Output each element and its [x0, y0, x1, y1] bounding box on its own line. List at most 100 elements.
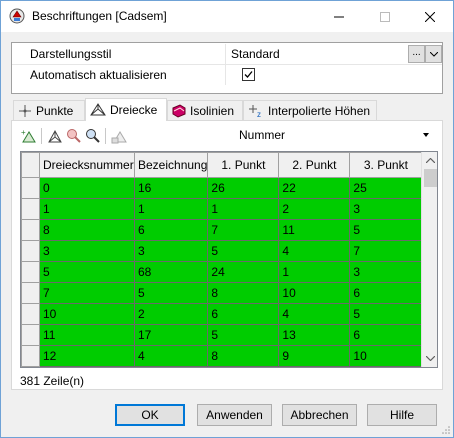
column-header[interactable]: 3. Punkt — [349, 152, 423, 178]
row-header[interactable] — [21, 282, 40, 304]
style-value[interactable]: Standard — [231, 47, 280, 61]
table-cell[interactable]: 6 — [349, 324, 423, 346]
table-cell[interactable]: 3 — [39, 240, 135, 262]
table-row[interactable]: 0 16 26 22 25 — [21, 177, 423, 199]
table-cell[interactable]: 1 — [278, 261, 351, 283]
property-row-style[interactable]: Darstellungsstil Standard ... — [12, 44, 442, 64]
table-cell[interactable]: 3 — [349, 261, 423, 283]
table-cell[interactable]: 11 — [278, 219, 351, 241]
column-header[interactable]: 1. Punkt — [207, 152, 280, 178]
table-cell[interactable]: 3 — [349, 198, 423, 220]
table-cell[interactable]: 5 — [349, 219, 423, 241]
table-row[interactable]: 7 5 8 10 6 — [21, 282, 423, 304]
style-dropdown-button[interactable] — [425, 45, 442, 63]
table-cell[interactable]: 5 — [39, 261, 135, 283]
zoom-icon[interactable] — [65, 127, 83, 145]
table-cell[interactable]: 8 — [39, 219, 135, 241]
label-icon[interactable] — [110, 127, 128, 145]
table-cell[interactable]: 2 — [133, 303, 209, 325]
triangle-pick-icon[interactable] — [46, 127, 64, 145]
autoupdate-checkbox[interactable] — [242, 68, 255, 81]
table-cell[interactable]: 4 — [278, 303, 351, 325]
close-button[interactable] — [407, 1, 453, 32]
row-header[interactable] — [21, 345, 40, 367]
tab-punkte[interactable]: Punkte — [13, 100, 85, 120]
table-row[interactable]: 11 17 5 13 6 — [21, 324, 423, 346]
table-row[interactable]: 8 6 7 11 5 — [21, 219, 423, 241]
tab-dreiecke[interactable]: Dreiecke — [85, 98, 167, 121]
table-row[interactable]: 5 68 24 1 3 — [21, 261, 423, 283]
table-cell[interactable]: 6 — [207, 303, 280, 325]
table-cell[interactable]: 2 — [278, 198, 351, 220]
row-header[interactable] — [21, 198, 40, 220]
table-cell[interactable]: 17 — [133, 324, 209, 346]
field-select[interactable]: Nummer — [235, 126, 433, 145]
maximize-button[interactable] — [362, 1, 408, 32]
column-header[interactable]: 2. Punkt — [278, 152, 351, 178]
tab-interpolierte-hoehen[interactable]: z Interpolierte Höhen — [243, 100, 377, 120]
table-cell[interactable]: 26 — [207, 177, 280, 199]
table-row[interactable]: 11123 — [21, 198, 423, 220]
help-button[interactable]: Hilfe — [367, 404, 437, 426]
add-label-icon[interactable]: + — [20, 127, 38, 145]
property-row-autoupdate[interactable]: Automatisch aktualisieren — [12, 64, 442, 85]
table-cell[interactable]: 4 — [133, 345, 209, 367]
table-cell[interactable]: 8 — [207, 282, 280, 304]
scroll-up-button[interactable] — [422, 152, 437, 169]
table-cell[interactable]: 13 — [278, 324, 351, 346]
table-cell[interactable]: 22 — [278, 177, 351, 199]
table-cell[interactable]: 7 — [39, 282, 135, 304]
zoom-select-icon[interactable] — [84, 127, 102, 145]
table-cell[interactable]: 1 — [133, 198, 209, 220]
table-cell[interactable]: 4 — [278, 240, 351, 262]
table-cell[interactable]: 16 — [133, 177, 209, 199]
row-header[interactable] — [21, 261, 40, 283]
tab-isolinien[interactable]: Isolinien — [167, 100, 243, 120]
table-cell[interactable]: 11 — [39, 324, 135, 346]
table-cell[interactable]: 12 — [39, 345, 135, 367]
table-cell[interactable]: 6 — [349, 282, 423, 304]
title-bar[interactable]: Beschriftungen [Cadsem] — [1, 1, 453, 32]
vertical-scrollbar[interactable] — [421, 152, 437, 367]
table-cell[interactable]: 10 — [278, 282, 351, 304]
column-header[interactable]: Bezeichnung — [133, 152, 209, 178]
row-header[interactable] — [21, 219, 40, 241]
table-row[interactable]: 12 4 8 9 10 — [21, 345, 423, 367]
cancel-button[interactable]: Abbrechen — [282, 404, 357, 426]
table-cell[interactable]: 7 — [349, 240, 423, 262]
table-cell[interactable]: 5 — [133, 282, 209, 304]
scroll-down-button[interactable] — [422, 350, 437, 367]
more-button[interactable]: ... — [408, 45, 425, 63]
table-row[interactable]: 33547 — [21, 240, 423, 262]
table-cell[interactable]: 6 — [133, 219, 209, 241]
table-cell[interactable]: 9 — [278, 345, 351, 367]
table-cell[interactable]: 7 — [207, 219, 280, 241]
column-header[interactable]: Dreiecksnummer — [39, 152, 135, 178]
scroll-thumb[interactable] — [424, 169, 437, 187]
row-header[interactable] — [21, 177, 40, 199]
table-cell[interactable]: 1 — [207, 198, 280, 220]
table-cell[interactable]: 5 — [207, 240, 280, 262]
triangle-table[interactable]: Dreiecksnummer Bezeichnung 1. Punkt 2. P… — [20, 151, 438, 368]
table-cell[interactable]: 8 — [207, 345, 280, 367]
ok-button[interactable]: OK — [115, 404, 185, 426]
table-cell[interactable]: 5 — [349, 303, 423, 325]
table-cell[interactable]: 68 — [133, 261, 209, 283]
table-cell[interactable]: 25 — [349, 177, 423, 199]
tab-label: Isolinien — [190, 103, 235, 118]
resize-grip-icon[interactable] — [441, 425, 451, 435]
table-cell[interactable]: 24 — [207, 261, 280, 283]
table-cell[interactable]: 0 — [39, 177, 135, 199]
row-header[interactable] — [21, 324, 40, 346]
table-cell[interactable]: 10 — [39, 303, 135, 325]
table-cell[interactable]: 5 — [207, 324, 280, 346]
row-header[interactable] — [21, 303, 40, 325]
apply-button[interactable]: Anwenden — [197, 404, 272, 426]
minimize-button[interactable] — [316, 1, 362, 32]
table-cell[interactable]: 10 — [349, 345, 423, 367]
table-row[interactable]: 10 2 6 4 5 — [21, 303, 423, 325]
corner-cell[interactable] — [21, 152, 40, 178]
row-header[interactable] — [21, 240, 40, 262]
table-cell[interactable]: 3 — [133, 240, 209, 262]
table-cell[interactable]: 1 — [39, 198, 135, 220]
